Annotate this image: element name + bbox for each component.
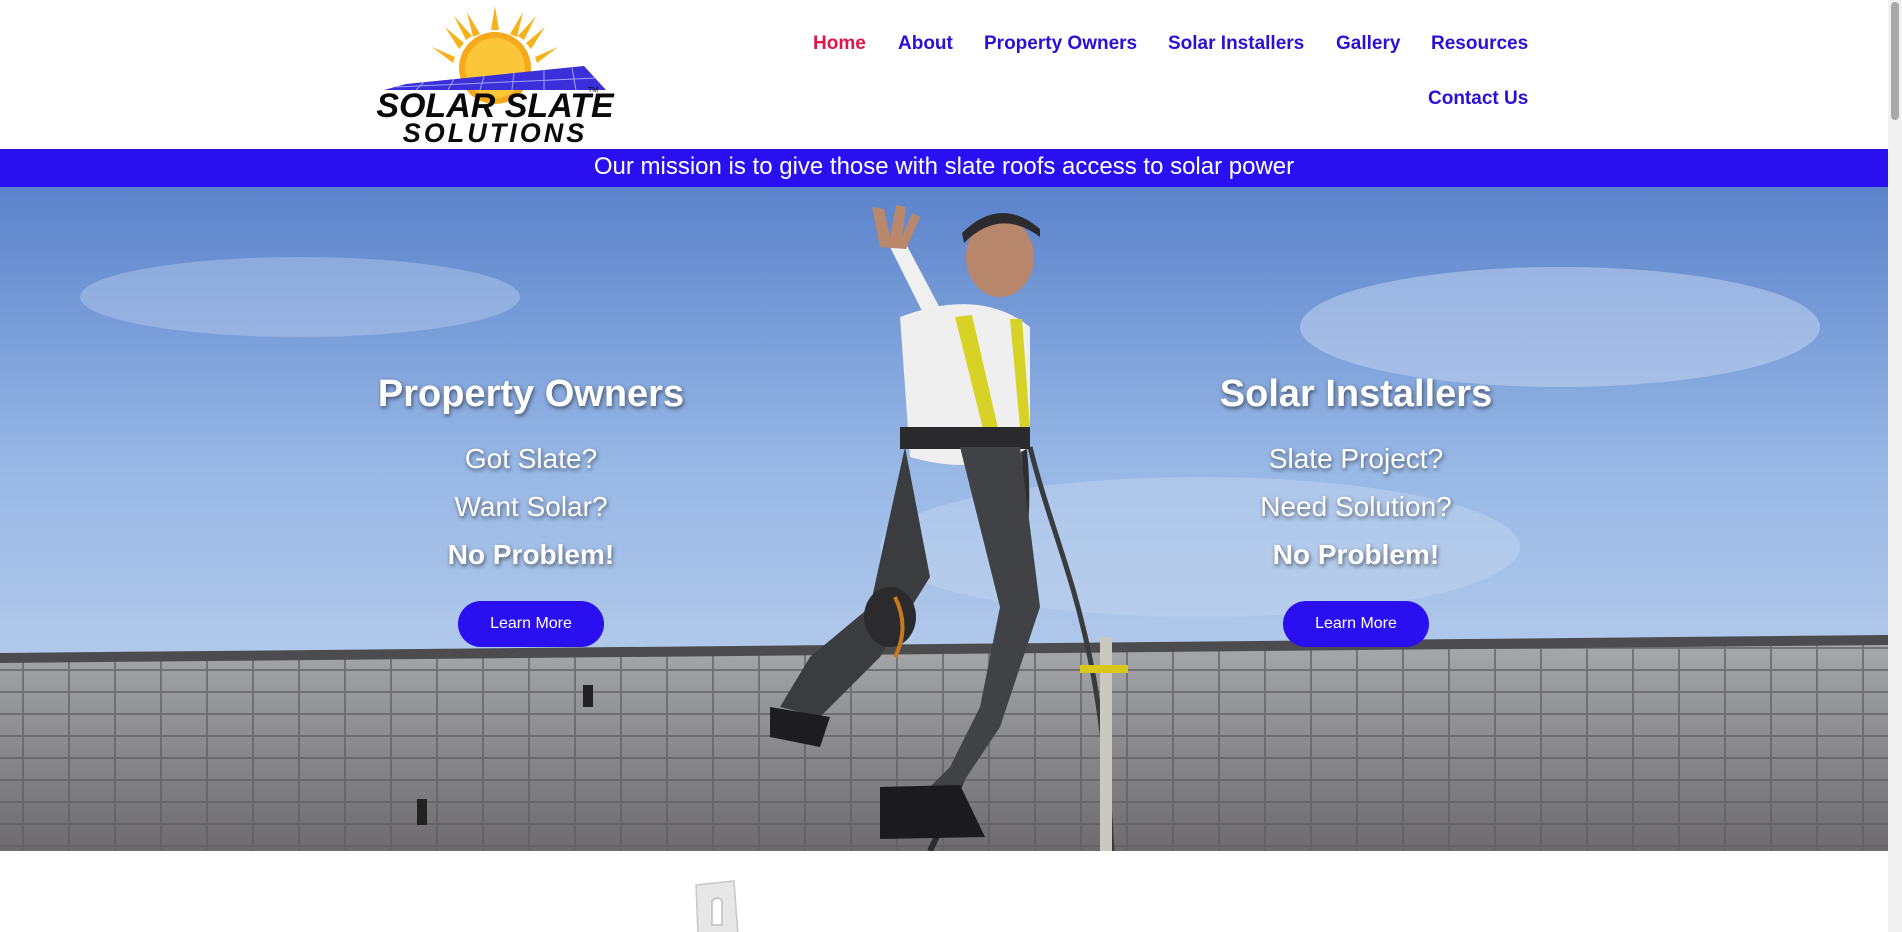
site-header: SOLAR SLATE SOLUTIONS TM Home About Prop… [0, 0, 1888, 149]
solar-installers-panel: Solar Installers Slate Project? Need Sol… [1116, 365, 1596, 647]
solar-installers-heading: Solar Installers [1219, 373, 1493, 415]
nav-property-owners[interactable]: Property Owners [984, 33, 1137, 55]
slate-hook-bracket-icon [695, 880, 739, 932]
installers-line-2: Need Solution? [1260, 491, 1452, 522]
site-logo[interactable]: SOLAR SLATE SOLUTIONS TM [344, 2, 646, 147]
property-owners-panel: Property Owners Got Slate? Want Solar? N… [291, 365, 771, 647]
nav-contact-us[interactable]: Contact Us [1428, 88, 1528, 110]
nav-solar-installers[interactable]: Solar Installers [1168, 33, 1304, 55]
hero-background-image [0, 187, 1888, 851]
installers-learn-more-button[interactable]: Learn More [1283, 601, 1429, 647]
property-owners-heading: Property Owners [377, 373, 685, 415]
hero-section: Property Owners Got Slate? Want Solar? N… [0, 187, 1888, 851]
logo-trademark: TM [588, 87, 598, 94]
owners-line-2: Want Solar? [454, 491, 608, 522]
nav-home[interactable]: Home [813, 33, 866, 55]
owners-line-3: No Problem! [447, 539, 615, 570]
logo-line2: SOLUTIONS [403, 118, 588, 147]
owners-learn-more-button[interactable]: Learn More [458, 601, 604, 647]
nav-resources[interactable]: Resources [1431, 33, 1528, 55]
installers-line-3: No Problem! [1272, 539, 1440, 570]
mission-banner: Our mission is to give those with slate … [0, 149, 1888, 187]
scrollbar-thumb[interactable] [1891, 2, 1899, 120]
owners-line-1: Got Slate? [464, 443, 598, 474]
content-section [0, 851, 1888, 932]
page-scrollbar[interactable] [1888, 0, 1902, 932]
solar-slate-logo-icon: SOLAR SLATE SOLUTIONS TM [376, 6, 615, 147]
nav-about[interactable]: About [898, 33, 953, 55]
installers-line-1: Slate Project? [1268, 443, 1444, 474]
nav-gallery[interactable]: Gallery [1336, 33, 1400, 55]
page: SOLAR SLATE SOLUTIONS TM Home About Prop… [0, 0, 1888, 932]
